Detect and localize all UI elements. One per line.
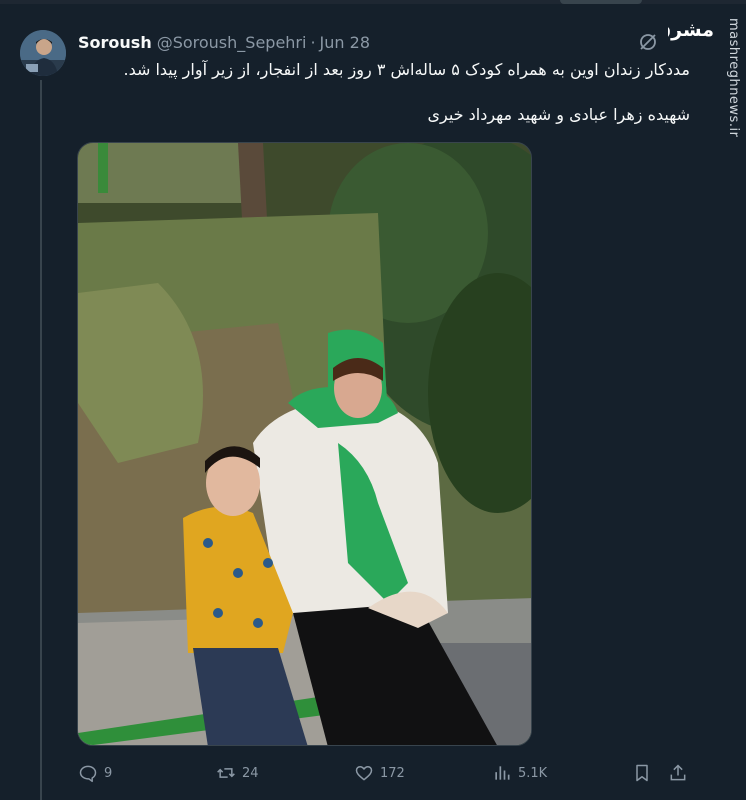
watermark-site: mashreghnews.ir: [726, 18, 741, 138]
tweet-header: Soroush @Soroush_Sepehri · Jun 28: [78, 31, 370, 53]
watermark-logo: مشرق: [668, 19, 714, 41]
repost-icon: [217, 768, 235, 778]
like-count: 172: [380, 765, 405, 781]
tweet-date[interactable]: Jun 28: [320, 33, 370, 52]
share-button[interactable]: [668, 760, 688, 786]
tweet-photo[interactable]: [77, 142, 532, 746]
views-button[interactable]: 5.1K: [492, 760, 547, 786]
author-name[interactable]: Soroush: [78, 33, 152, 52]
avatar-image: [20, 30, 66, 76]
avatar[interactable]: [20, 30, 66, 76]
heart-icon: [355, 766, 373, 781]
separator-dot: ·: [310, 32, 316, 52]
repost-count: 24: [242, 765, 259, 781]
bookmark-icon: [636, 764, 648, 782]
share-icon: [670, 764, 686, 781]
tweet-text-line1: مددکار زندان اوین به همراه کودک ۵ ساله‌ا…: [123, 60, 690, 79]
reply-button[interactable]: 9: [78, 760, 112, 786]
author-handle[interactable]: @Soroush_Sepehri: [157, 33, 307, 52]
tweet-text-line2: شهیده زهرا عبادی و شهید مهرداد خیری: [427, 105, 690, 124]
reply-icon: [79, 765, 97, 783]
thread-line: [40, 80, 42, 800]
reply-count: 9: [104, 765, 113, 781]
watermark-logo-text: مشرق: [668, 19, 714, 41]
like-button[interactable]: 172: [354, 760, 405, 786]
scroll-indicator: [560, 0, 642, 4]
views-count: 5.1K: [518, 765, 548, 781]
repost-button[interactable]: 24: [216, 760, 259, 786]
grok-icon[interactable]: [637, 31, 659, 53]
views-icon: [495, 766, 510, 780]
bookmark-button[interactable]: [632, 760, 652, 786]
photo-image: [78, 143, 531, 745]
action-bar: 9 24 172 5.1K: [78, 760, 690, 786]
